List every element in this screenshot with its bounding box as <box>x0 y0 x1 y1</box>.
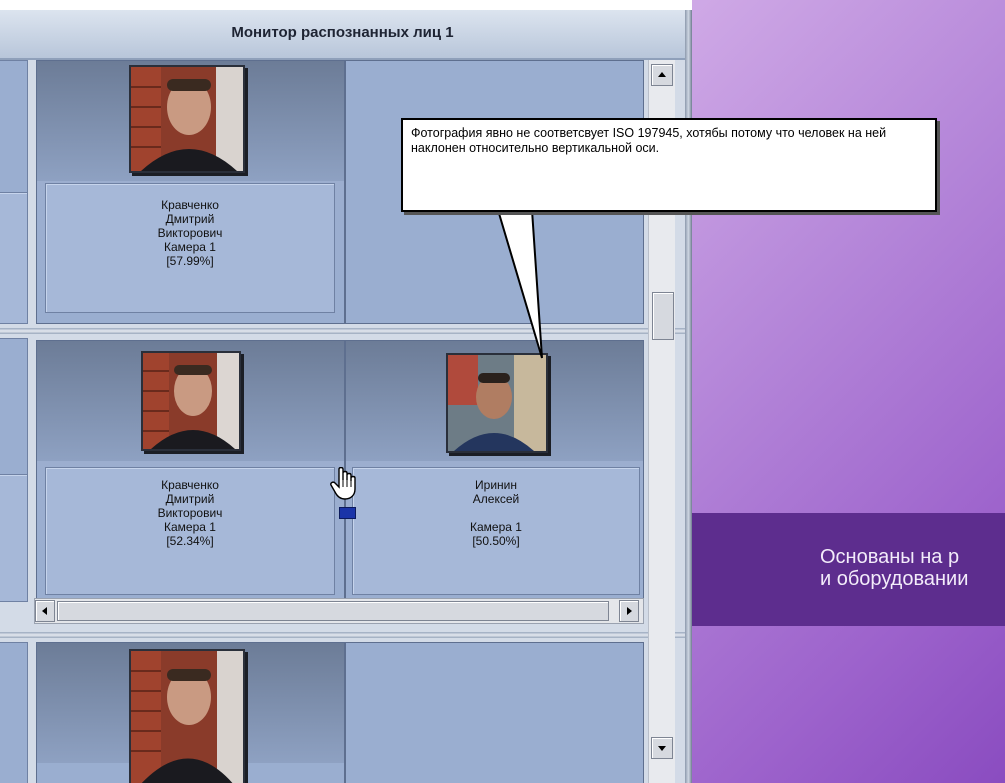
camera-label: Камера 1 <box>164 520 216 534</box>
face-photo-image <box>131 651 243 783</box>
scroll-down-button[interactable] <box>651 737 673 759</box>
result-card[interactable] <box>36 642 345 783</box>
banner-line-2: и оборудовании <box>820 568 969 590</box>
arrow-down-icon <box>658 746 666 751</box>
horizontal-scroll-thumb[interactable] <box>57 601 609 621</box>
first-name: Дмитрий <box>165 212 215 226</box>
last-name: Иринин <box>475 478 517 492</box>
match-score: [52.34%] <box>166 534 214 548</box>
title-bar: Монитор распознанных лиц 1 <box>0 10 685 60</box>
callout-pointer <box>496 208 543 359</box>
face-photo[interactable] <box>129 649 245 783</box>
result-card[interactable]: Иринин Алексей Камера 1 [50.50%] <box>345 340 644 600</box>
camera-label: Камера 1 <box>164 240 216 254</box>
face-photo[interactable] <box>141 351 241 451</box>
card-info: Кравченко Дмитрий Викторович Камера 1 [5… <box>45 183 335 313</box>
left-partial-card <box>0 642 28 783</box>
last-name: Кравченко <box>161 478 219 492</box>
face-photo-image <box>143 353 239 449</box>
result-card[interactable]: Кравченко Дмитрий Викторович Камера 1 [5… <box>36 60 345 324</box>
vertical-scroll-thumb[interactable] <box>652 292 674 340</box>
window-title: Монитор распознанных лиц 1 <box>231 24 454 41</box>
banner-line-1: Основаны на р <box>820 546 960 568</box>
patronymic: Викторович <box>157 226 223 240</box>
annotation-callout: Фотография явно не соответсвует ISO 1979… <box>401 118 937 212</box>
first-name: Дмитрий <box>165 492 215 506</box>
card-info: Иринин Алексей Камера 1 [50.50%] <box>352 467 640 595</box>
camera-label: Камера 1 <box>470 520 522 534</box>
arrow-right-icon <box>627 607 632 615</box>
scroll-up-button[interactable] <box>651 64 673 86</box>
left-partial-info <box>0 192 28 324</box>
position-marker <box>339 507 356 519</box>
left-partial-info <box>0 474 28 602</box>
patronymic <box>353 506 639 520</box>
row-separator <box>0 632 685 638</box>
arrow-up-icon <box>658 72 666 77</box>
patronymic: Викторович <box>157 506 223 520</box>
match-score: [57.99%] <box>166 254 214 268</box>
empty-card <box>345 642 644 783</box>
face-photo-image <box>448 355 546 451</box>
match-score: [50.50%] <box>472 534 520 548</box>
card-info: Кравченко Дмитрий Викторович Камера 1 [5… <box>45 467 335 595</box>
first-name: Алексей <box>472 492 520 506</box>
row-separator <box>0 328 685 334</box>
face-photo[interactable] <box>446 353 548 453</box>
result-card[interactable]: Кравченко Дмитрий Викторович Камера 1 [5… <box>36 340 345 600</box>
slide-banner-text: Основаны на р и оборудовании <box>820 546 968 590</box>
hand-cursor-icon <box>330 467 356 500</box>
horizontal-scrollbar[interactable] <box>34 598 644 624</box>
arrow-left-icon <box>42 607 47 615</box>
face-photo[interactable] <box>129 65 245 173</box>
scroll-right-button[interactable] <box>619 600 639 622</box>
face-photo-image <box>131 67 243 171</box>
last-name: Кравченко <box>161 198 219 212</box>
scroll-left-button[interactable] <box>35 600 55 622</box>
